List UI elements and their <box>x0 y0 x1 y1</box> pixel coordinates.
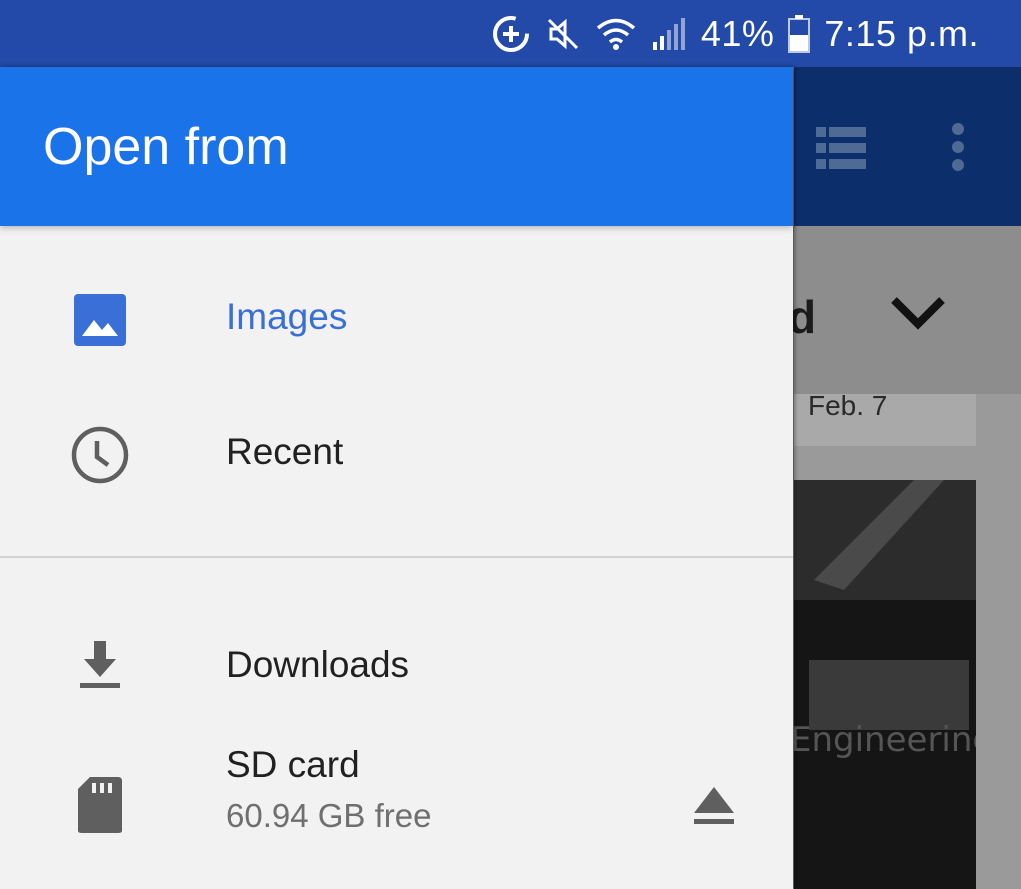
background-date: Feb. 7 <box>808 390 888 421</box>
clock-icon <box>70 425 130 485</box>
signal-icon <box>651 17 687 50</box>
drawer-title: Open from <box>43 118 289 176</box>
drawer-item-recent[interactable]: Recent <box>0 395 793 515</box>
wifi-icon <box>595 17 637 51</box>
drawer-header: Open from <box>0 67 793 226</box>
drawer-item-downloads[interactable]: Downloads <box>0 603 793 723</box>
drawer-item-label: Images <box>226 296 348 337</box>
status-icons: 41% 7:15 p.m. <box>491 0 979 67</box>
drawer-divider <box>0 556 793 558</box>
battery-icon <box>788 14 811 53</box>
drawer-item-images[interactable]: Images <box>0 260 793 380</box>
download-icon <box>70 635 130 695</box>
background-header-row: d <box>788 226 1021 394</box>
more-vert-icon[interactable] <box>950 123 966 176</box>
open-from-drawer: Open from Images Recent Downloads SD car… <box>0 67 793 889</box>
image-icon <box>70 290 130 350</box>
background-app: d Feb. 7 Engineering <box>788 67 1021 889</box>
drawer-item-label: SD card <box>226 744 360 785</box>
chevron-down-icon[interactable] <box>890 296 946 337</box>
photo-caption: Engineering <box>794 720 976 760</box>
status-bar: 41% 7:15 p.m. <box>0 0 1021 67</box>
background-date-card: Feb. 7 <box>794 390 976 446</box>
drawer-item-subtitle: 60.94 GB free <box>226 797 432 834</box>
mute-icon <box>545 16 581 52</box>
eject-icon[interactable] <box>690 783 738 831</box>
battery-percent: 41% <box>700 12 775 54</box>
background-toolbar <box>794 67 1021 226</box>
clock-time: 7:15 p.m. <box>824 12 979 54</box>
drawer-item-label: Downloads <box>226 644 410 685</box>
add-circle-icon <box>491 14 531 54</box>
drawer-item-sd-card[interactable]: SD card 60.94 GB free <box>0 744 793 867</box>
sd-card-icon <box>70 775 130 835</box>
list-view-icon[interactable] <box>816 127 866 174</box>
background-photo[interactable]: Engineering <box>794 480 976 889</box>
photo-scene-graphic <box>794 480 976 730</box>
drawer-item-label: Recent <box>226 431 344 472</box>
